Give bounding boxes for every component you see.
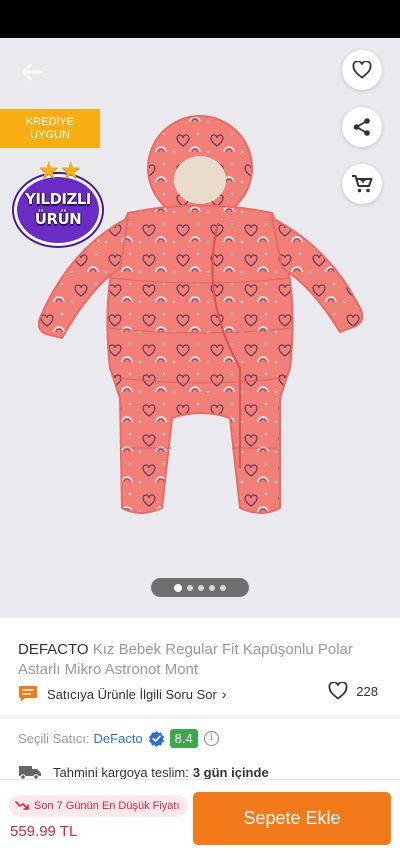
- product-image-gallery[interactable]: KREDİYE UYGUN ★ ★ YILDIZLI ÜRÜN: [0, 38, 400, 618]
- share-icon: [353, 118, 370, 136]
- product-brand[interactable]: DEFACTO: [18, 641, 89, 658]
- add-to-cart-button[interactable]: Sepete Ekle: [193, 792, 391, 845]
- bottom-action-bar: Son 7 Günün En Düşük Fiyatı 559.99 TL Se…: [0, 779, 400, 855]
- star-badge-line1: YILDIZLI: [24, 190, 92, 208]
- seller-label: Seçili Satıcı:: [18, 730, 90, 746]
- favorite-count[interactable]: 228: [328, 682, 378, 700]
- status-bar: [0, 0, 400, 38]
- credit-eligible-badge: KREDİYE UYGUN: [0, 109, 100, 148]
- verified-check-icon: [148, 730, 164, 747]
- seller-info: Seçili Satıcı: DeFacto 8.4 i: [18, 726, 219, 750]
- product-price: 559.99 TL: [10, 823, 78, 840]
- lowest-price-label: Son 7 Günün En Düşük Fiyatı: [34, 800, 180, 812]
- star-badge-line2: ÜRÜN: [34, 210, 82, 228]
- image-pager[interactable]: [151, 578, 249, 597]
- credit-badge-line1: KREDİYE: [25, 115, 75, 128]
- pager-dot[interactable]: [220, 584, 226, 591]
- pager-dot[interactable]: [198, 584, 204, 591]
- lowest-price-badge: Son 7 Günün En Düşük Fiyatı: [9, 795, 188, 817]
- cart-button[interactable]: [342, 164, 382, 204]
- share-button[interactable]: [342, 107, 382, 147]
- cart-icon: [352, 175, 373, 193]
- shipping-value: 3 gün içinde: [192, 764, 269, 780]
- ask-seller-link[interactable]: Satıcıya Ürünle İlgili Soru Sor ›: [18, 684, 226, 704]
- shipping-label: Tahmini kargoya teslim:: [53, 764, 189, 780]
- star-product-badge: ★ ★ YILDIZLI ÜRÜN: [10, 156, 106, 248]
- heart-icon: [328, 682, 348, 700]
- favorite-count-value: 228: [356, 683, 378, 699]
- arrow-left-icon: [21, 63, 43, 81]
- chat-bubble-icon: [19, 686, 37, 702]
- ask-seller-label: Satıcıya Ürünle İlgili Soru Sor: [47, 686, 217, 702]
- seller-score-badge: 8.4: [169, 728, 198, 748]
- pager-dot[interactable]: [187, 584, 193, 591]
- truck-icon: [19, 766, 41, 780]
- seller-name-link[interactable]: DeFacto: [94, 731, 143, 746]
- pager-dot[interactable]: [174, 583, 182, 592]
- back-button[interactable]: [16, 56, 48, 88]
- product-title: DEFACTO Kız Bebek Regular Fit Kapüşonlu …: [18, 640, 388, 680]
- star-icon: ★: [38, 157, 60, 184]
- trend-down-icon: [15, 801, 29, 810]
- section-divider: [0, 715, 400, 719]
- favorite-button[interactable]: [342, 50, 382, 90]
- info-icon[interactable]: i: [203, 730, 219, 746]
- pager-dot[interactable]: [209, 584, 215, 591]
- chevron-right-icon: ›: [221, 686, 227, 702]
- heart-icon: [352, 61, 372, 79]
- credit-badge-line2: UYGUN: [30, 128, 70, 141]
- star-icon: ★: [60, 157, 82, 184]
